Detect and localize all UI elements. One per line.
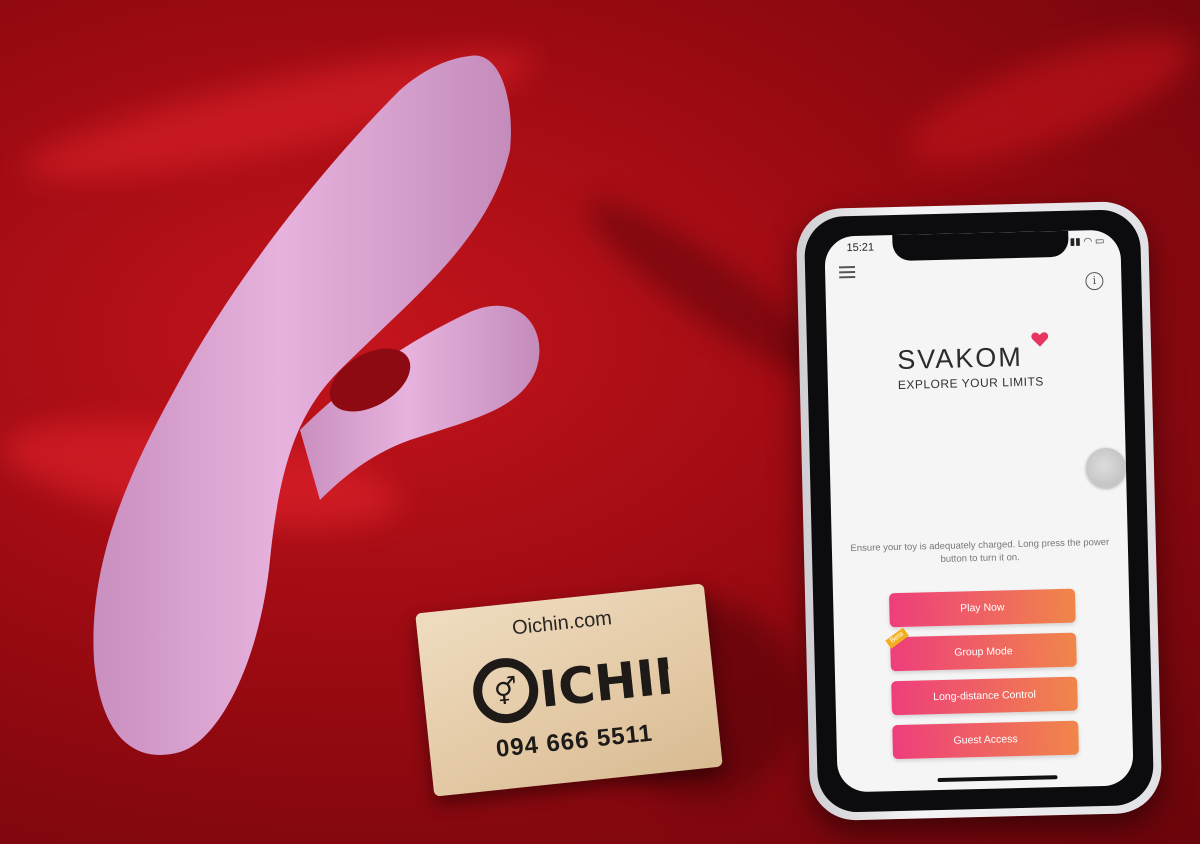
long-distance-control-label: Long-distance Control <box>933 688 1037 704</box>
fabric-fold <box>895 11 1200 189</box>
oichin-logo: ⚥ ICHIN <box>473 645 673 724</box>
signal-wifi-battery-icon: ▮▮ ◠ ▭ <box>1069 235 1105 248</box>
play-now-label: Play Now <box>960 601 1005 615</box>
heart-icon <box>1031 332 1049 347</box>
red-velvet-background: Oichin.com ⚥ ICHIN 094 666 5511 15:21 ▮▮… <box>0 0 1200 844</box>
beta-badge: Beta <box>885 627 910 649</box>
play-now-button[interactable]: Play Now <box>888 588 1076 628</box>
charge-hint: Ensure your toy is adequately charged. L… <box>850 536 1110 565</box>
svg-text:⚥: ⚥ <box>493 675 520 708</box>
phone-notch <box>892 230 1069 262</box>
brand-tagline: EXPLORE YOUR LIMITS <box>897 374 1045 392</box>
floating-toggle-button[interactable] <box>1085 447 1127 489</box>
oichin-business-card: Oichin.com ⚥ ICHIN 094 666 5511 <box>415 583 723 797</box>
group-mode-button[interactable]: Beta Group Mode <box>885 627 1077 672</box>
smartphone: 15:21 ▮▮ ◠ ▭ i SVAKOM EXPLORE YOUR LIMIT… <box>795 200 1163 822</box>
status-time: 15:21 <box>846 241 875 255</box>
home-indicator[interactable] <box>937 775 1058 783</box>
phone-screen: 15:21 ▮▮ ◠ ▭ i SVAKOM EXPLORE YOUR LIMIT… <box>824 229 1134 793</box>
info-icon[interactable]: i <box>1085 271 1104 291</box>
svg-text:ICHIN: ICHIN <box>537 645 673 719</box>
svakom-brand: SVAKOM EXPLORE YOUR LIMITS <box>897 341 1058 392</box>
long-distance-control-button[interactable]: Long-distance Control <box>891 676 1078 716</box>
hamburger-menu-icon[interactable] <box>838 265 856 278</box>
group-mode-label: Group Mode <box>954 645 1013 659</box>
guest-access-label: Guest Access <box>953 733 1018 747</box>
phone-bezel: 15:21 ▮▮ ◠ ▭ i SVAKOM EXPLORE YOUR LIMIT… <box>803 208 1155 814</box>
guest-access-button[interactable]: Guest Access <box>892 720 1079 760</box>
